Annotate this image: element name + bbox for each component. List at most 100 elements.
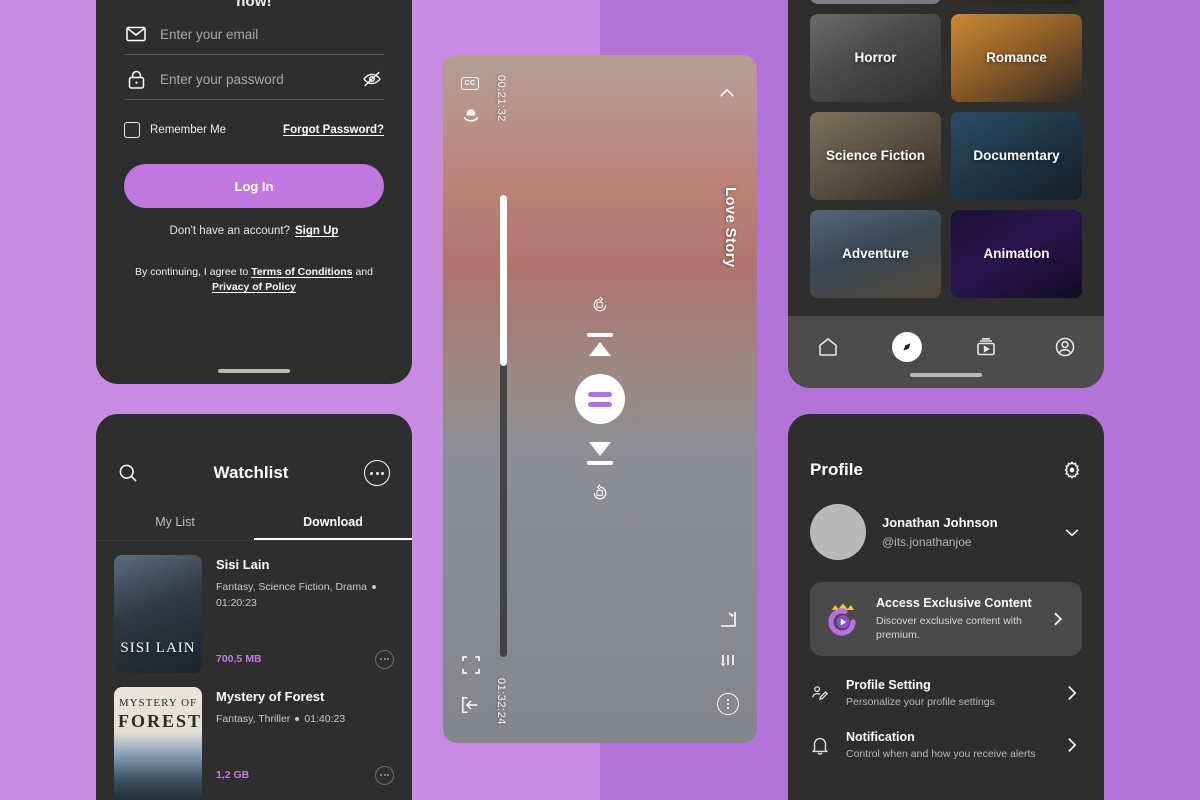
chevron-right-icon[interactable] bbox=[1062, 683, 1082, 703]
login-screen: It's great to see you again! Log in now!… bbox=[96, 0, 412, 384]
item-footer: 700,5 MB bbox=[216, 649, 394, 669]
terms-of-conditions-link[interactable]: Terms of Conditions bbox=[251, 266, 352, 278]
rewind-15-icon[interactable] bbox=[590, 295, 610, 315]
file-size: 700,5 MB bbox=[216, 653, 262, 665]
search-icon[interactable] bbox=[118, 463, 138, 483]
page-title: Watchlist bbox=[213, 463, 289, 482]
genre-card-adventure[interactable]: Adventure bbox=[810, 210, 941, 298]
tab-my-list[interactable]: My List bbox=[96, 508, 254, 540]
video-title: Love Story bbox=[722, 187, 739, 268]
forward-15-icon[interactable] bbox=[590, 483, 610, 503]
item-genres: Fantasy, Thriller 01:40:23 bbox=[216, 712, 394, 728]
exit-icon[interactable] bbox=[461, 695, 481, 715]
progress-scrubber[interactable] bbox=[500, 195, 507, 657]
player-bottom-left-controls bbox=[461, 655, 481, 715]
poster-thumbnail: SISI LAIN bbox=[114, 555, 202, 673]
home-indicator bbox=[910, 373, 982, 377]
chevron-right-icon[interactable] bbox=[1062, 735, 1082, 755]
file-size: 1,2 GB bbox=[216, 769, 250, 782]
fit-screen-icon[interactable] bbox=[461, 655, 481, 675]
chevron-back-icon[interactable] bbox=[717, 83, 737, 103]
crown-play-icon bbox=[824, 600, 862, 638]
tab-download[interactable]: Download bbox=[254, 508, 412, 540]
eye-off-icon[interactable] bbox=[362, 69, 382, 89]
premium-upsell-card[interactable]: Access Exclusive Content Discover exclus… bbox=[810, 582, 1082, 657]
genre-grid: Horror Romance Science Fiction Documenta… bbox=[788, 0, 1104, 298]
list-item[interactable]: SISI LAIN Sisi Lain Fantasy, Science Fic… bbox=[96, 541, 412, 673]
genre-label: Animation bbox=[983, 245, 1050, 261]
poster-caption-line2: FOREST bbox=[118, 711, 202, 731]
genre-card[interactable] bbox=[951, 0, 1082, 4]
menu-subtitle: Control when and how you receive alerts bbox=[846, 748, 1036, 761]
remember-me-checkbox[interactable]: Remember Me bbox=[124, 122, 226, 138]
menu-subtitle: Personalize your profile settings bbox=[846, 696, 995, 709]
privacy-policy-link[interactable]: Privacy of Policy bbox=[212, 281, 296, 293]
envelope-icon bbox=[126, 24, 146, 44]
library-icon[interactable] bbox=[971, 332, 1001, 362]
genre-card[interactable] bbox=[810, 0, 941, 4]
genre-card-animation[interactable]: Animation bbox=[951, 210, 1082, 298]
profile-header: Profile bbox=[788, 414, 1104, 480]
checkbox-box[interactable] bbox=[124, 122, 140, 138]
cast-icon[interactable] bbox=[718, 609, 738, 629]
item-title: Sisi Lain bbox=[216, 557, 270, 572]
menu-item-profile-setting[interactable]: Profile Setting Personalize your profile… bbox=[788, 656, 1104, 708]
user-handle: @its.jonathanjoe bbox=[882, 535, 972, 549]
watchlist-screen: Watchlist My List Download SISI LAIN Sis… bbox=[96, 414, 412, 800]
genre-card-horror[interactable]: Horror bbox=[810, 14, 941, 102]
closed-caption-icon[interactable]: CC bbox=[461, 77, 479, 90]
home-icon[interactable] bbox=[813, 332, 843, 362]
more-horizontal-icon[interactable] bbox=[364, 460, 390, 486]
duration-text: 01:20:23 bbox=[216, 596, 257, 609]
menu-title: Notification bbox=[846, 730, 915, 745]
previous-track-icon[interactable] bbox=[587, 333, 613, 356]
remember-me-label: Remember Me bbox=[150, 124, 227, 136]
login-heading: It's great to see you again! Log in now! bbox=[236, 0, 272, 10]
list-item[interactable]: MYSTERY OF FOREST Mystery of Forest Fant… bbox=[96, 673, 412, 800]
email-field[interactable]: Enter your email bbox=[124, 10, 384, 55]
menu-title: Profile Setting bbox=[846, 678, 931, 693]
player-top-left-controls: CC bbox=[461, 77, 481, 126]
user-row[interactable]: Jonathan Johnson @its.jonathanjoe bbox=[788, 480, 1104, 560]
gear-icon[interactable] bbox=[1062, 460, 1082, 480]
home-indicator bbox=[218, 369, 290, 373]
elapsed-time: 00:21:32 bbox=[495, 75, 507, 122]
item-more-icon[interactable] bbox=[375, 765, 394, 785]
next-track-icon[interactable] bbox=[587, 442, 613, 465]
profile-screen: Profile Jonathan Johnson @its.jonathanjo… bbox=[788, 414, 1104, 800]
log-in-button[interactable]: Log In bbox=[124, 164, 384, 208]
watchlist-header: Watchlist bbox=[96, 414, 412, 486]
chevron-right-icon[interactable] bbox=[1048, 609, 1068, 629]
compass-icon[interactable] bbox=[891, 332, 922, 362]
progress-fill bbox=[500, 195, 507, 366]
forgot-password-link[interactable]: Forgot Password? bbox=[283, 124, 384, 136]
signup-prompt: Don't have an account? bbox=[169, 225, 291, 237]
pause-icon[interactable] bbox=[575, 374, 625, 424]
email-input-placeholder[interactable]: Enter your email bbox=[160, 27, 382, 42]
genres-screen: Horror Romance Science Fiction Documenta… bbox=[788, 0, 1104, 388]
genre-card-romance[interactable]: Romance bbox=[951, 14, 1082, 102]
item-more-icon[interactable] bbox=[375, 649, 394, 669]
more-options-icon[interactable] bbox=[717, 693, 739, 715]
watchlist-tabs: My List Download bbox=[96, 508, 412, 541]
audio-track-icon[interactable] bbox=[718, 651, 738, 671]
password-field[interactable]: Enter your password bbox=[124, 55, 384, 100]
genres-text: Fantasy, Science Fiction, Drama bbox=[216, 581, 367, 593]
sign-up-link[interactable]: Sign Up bbox=[295, 225, 338, 237]
duration-text: 01:40:23 bbox=[304, 713, 346, 725]
genre-card-science-fiction[interactable]: Science Fiction bbox=[810, 112, 941, 200]
menu-item-notification[interactable]: Notification Control when and how you re… bbox=[788, 708, 1104, 760]
genre-label: Adventure bbox=[842, 245, 909, 261]
password-input-placeholder[interactable]: Enter your password bbox=[160, 72, 348, 87]
page-title: Profile bbox=[810, 460, 863, 479]
premium-title: Access Exclusive Content bbox=[876, 596, 1032, 610]
screen-lock-icon[interactable] bbox=[461, 106, 481, 126]
item-title: Mystery of Forest bbox=[216, 689, 325, 704]
genre-card-documentary[interactable]: Documentary bbox=[951, 112, 1082, 200]
profile-edit-icon bbox=[810, 683, 830, 703]
profile-icon[interactable] bbox=[1050, 332, 1080, 362]
poster-caption: MYSTERY OF FOREST bbox=[114, 697, 202, 732]
video-player-screen[interactable]: CC 00:21:32 01:32:24 Love Story bbox=[443, 55, 757, 743]
chevron-down-icon[interactable] bbox=[1062, 522, 1082, 542]
remember-row: Remember Me Forgot Password? bbox=[124, 122, 384, 138]
